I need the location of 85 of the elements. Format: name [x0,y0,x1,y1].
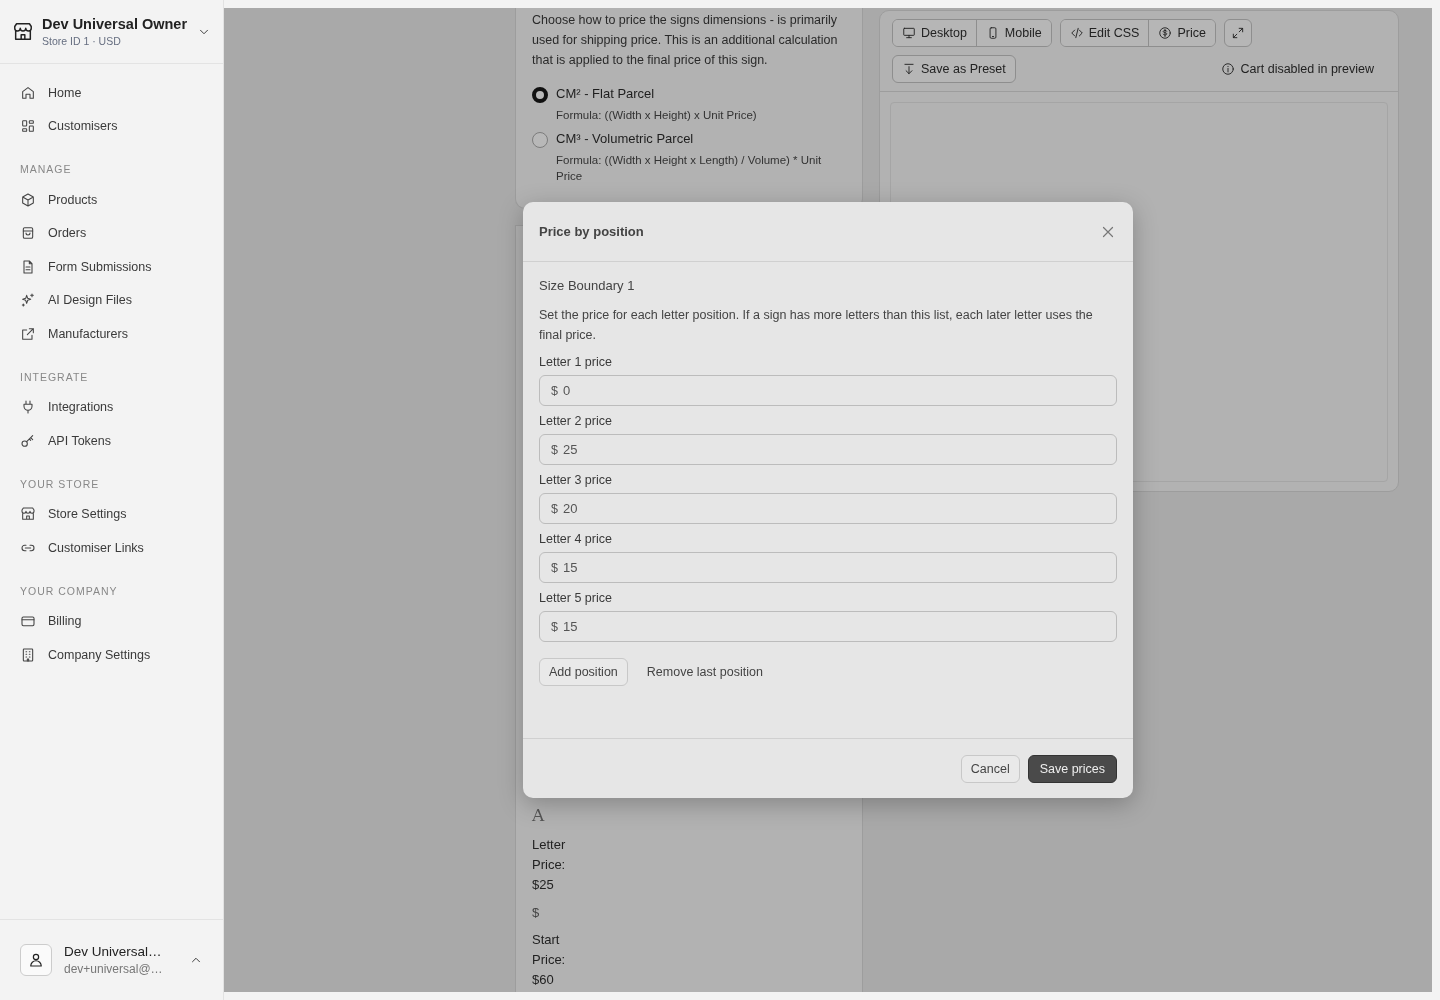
field-value: 20 [562,501,578,516]
info-icon [1220,62,1235,76]
nav-item[interactable]: Company Settings [0,638,223,672]
nav-item[interactable]: Store Settings [0,497,223,531]
save-preset-button[interactable]: Save as Preset [892,55,1016,83]
nav-item[interactable]: Billing [0,604,223,638]
radio-button[interactable] [532,132,548,148]
nav-item[interactable]: Home [0,76,223,110]
nav-section-heading: INTEGRATE [19,369,90,385]
currency-symbol: $ [532,905,540,920]
field-label: Letter 3 price [539,473,613,487]
currency-prefix: $ [551,442,558,457]
nav-item[interactable]: Integrations [0,390,223,424]
nav-section-heading: YOUR STORE [19,476,101,492]
option-label: CM² - Flat Parcel [556,86,656,101]
store-name: Dev Universal Owner [42,16,188,32]
currency-prefix: $ [551,501,558,516]
nav-item[interactable]: Products [0,183,223,217]
store-icon [12,20,34,43]
description: Choose how to price the signs dimensions - is primarily used for shipping price. This is an additional calculation that is applied to the final price of this sign. [532,12,839,69]
price-field[interactable]: $ 0 [539,375,1117,406]
code-icon [1069,26,1084,40]
section-heading: Size Boundary 1 [539,278,636,293]
store-switcher[interactable]: Dev Universal Owner Store ID 1 · USD [0,0,223,64]
description: Set the price for each letter position. If a sign has more letters than this list, each later letter uses the final price. [539,307,1094,344]
expand-button[interactable] [1223,19,1252,47]
field-value: 15 [562,560,578,575]
field-label: Letter 4 price [539,532,613,546]
start-price: Start Price: $60 [532,931,567,989]
bag-icon [20,225,36,242]
expand-icon [1230,26,1245,40]
price-field[interactable]: $ 25 [539,434,1117,465]
person-icon [27,951,45,969]
cancel-button[interactable]: Cancel [960,754,1020,783]
field-label: Letter 1 price [539,355,613,369]
box-icon [20,191,36,208]
home-icon [20,84,36,101]
add-position-button[interactable]: Add position [539,658,628,686]
letter-icon: A [532,805,545,825]
price-field[interactable]: $ 15 [539,552,1117,583]
modal-title: Price by position [539,224,644,239]
user-name: Dev Universal… [64,944,163,959]
formula-text: Formula: ((Width x Height x Length) / Volume) * Unit Price [556,153,823,184]
radio-button[interactable] [532,87,548,103]
field-value: 15 [562,619,578,634]
letter-price: Letter Price: $25 [532,836,567,894]
notice-text: Cart disabled in preview [1240,62,1374,76]
dollar-circle-icon [1158,26,1173,40]
nav-section-heading: YOUR COMPANY [19,583,119,599]
sparkles-icon [20,292,36,309]
user-email: dev+universal@… [64,962,164,976]
key-icon [20,432,36,449]
save-button[interactable]: Save prices [1027,754,1117,783]
toolbar-button[interactable]: Price [1148,20,1215,46]
currency-prefix: $ [551,560,558,575]
currency-prefix: $ [551,383,558,398]
formula-text: Formula: ((Width x Height) x Unit Price) [556,108,757,123]
remove-position-button[interactable]: Remove last position [637,658,772,686]
view-tab[interactable]: Mobile [975,20,1051,46]
price-field[interactable]: $ 20 [539,493,1117,524]
building-icon [20,646,36,663]
price-field[interactable]: $ 15 [539,611,1117,642]
user-menu[interactable]: Dev Universal… dev+universal@… [0,919,223,1000]
plug-icon [20,399,36,416]
field-label: Letter 5 price [539,591,613,605]
external-link-icon [20,325,36,342]
nav-item[interactable]: Customisers [0,109,223,143]
store-id: Store ID 1 · USD [42,35,122,47]
store-icon [20,506,36,523]
nav-item[interactable]: AI Design Files [0,283,223,317]
nav-item[interactable]: Form Submissions [0,250,223,284]
document-icon [20,258,36,275]
field-label: Letter 2 price [539,414,613,428]
grid-icon [20,118,36,135]
nav-item[interactable]: Customiser Links [0,531,223,565]
option-label: CM³ - Volumetric Parcel [556,131,695,146]
field-value: 25 [562,442,578,457]
nav-item[interactable]: Manufacturers [0,317,223,351]
download-icon [902,62,916,76]
currency-prefix: $ [551,619,558,634]
monitor-icon [902,26,916,40]
nav-section-heading: MANAGE [19,162,73,177]
field-value: 0 [562,383,571,398]
nav-item[interactable]: API Tokens [0,424,223,458]
nav-item[interactable]: Orders [0,216,223,250]
